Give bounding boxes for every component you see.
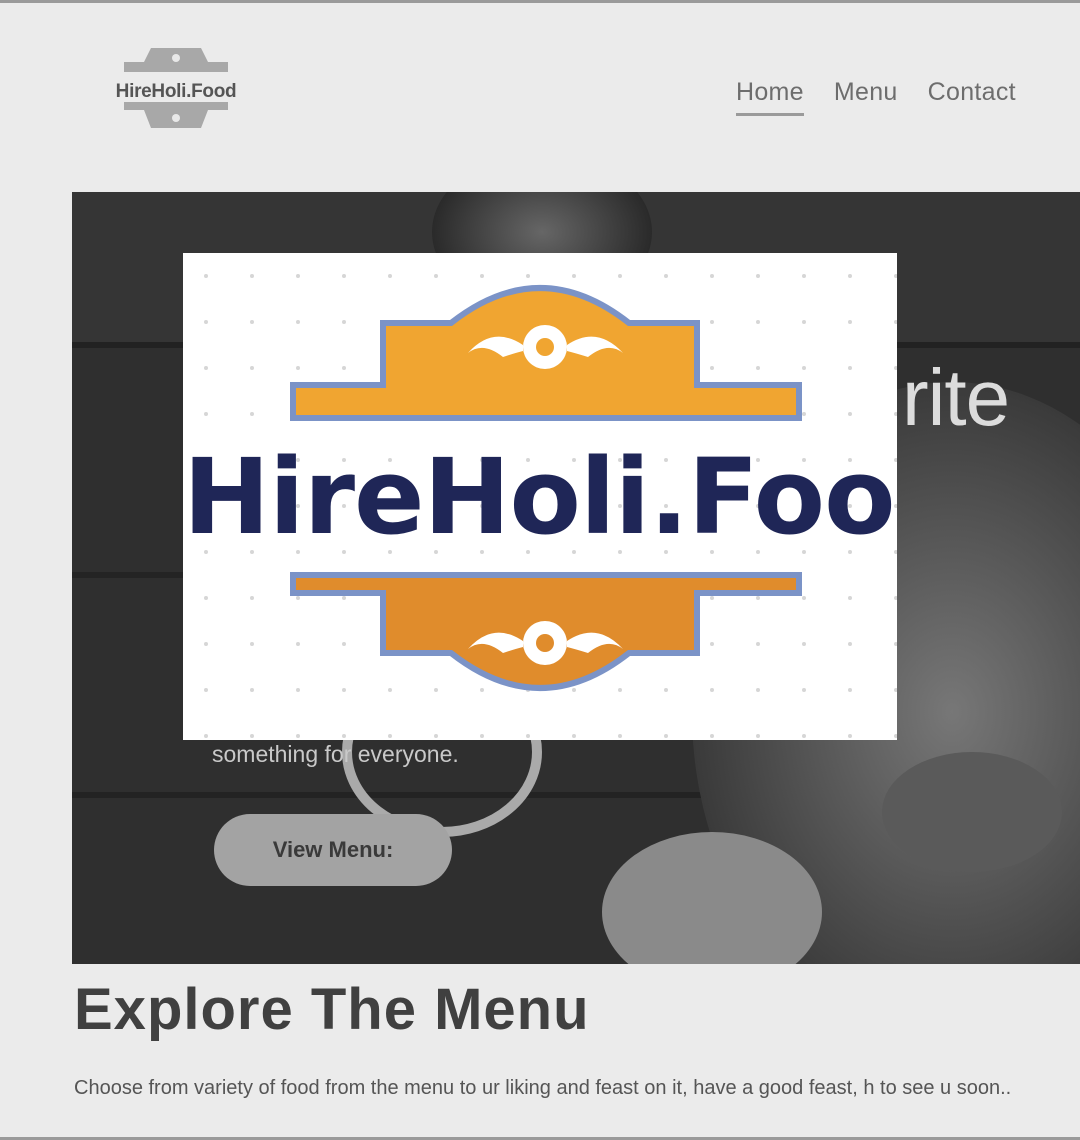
explore-menu-title: Explore The Menu (74, 977, 590, 1042)
nav-menu-link[interactable]: Menu (834, 78, 898, 116)
nav-home-link[interactable]: Home (736, 78, 804, 116)
explore-menu-description: Choose from variety of food from the men… (74, 1077, 1012, 1099)
site-logo[interactable]: HireHoli.Food (96, 38, 256, 148)
brand-logo-overlay: HireHoli.Food (183, 253, 897, 740)
site-logo-text: HireHoli.Food (115, 81, 237, 102)
nav-contact-link[interactable]: Contact (928, 78, 1016, 116)
brand-name: HireHoli.Food (183, 436, 897, 558)
view-menu-button[interactable]: View Menu: (214, 814, 452, 886)
main-nav: Home Menu Contact (736, 78, 1016, 116)
hero-heading: rite (902, 353, 1010, 442)
